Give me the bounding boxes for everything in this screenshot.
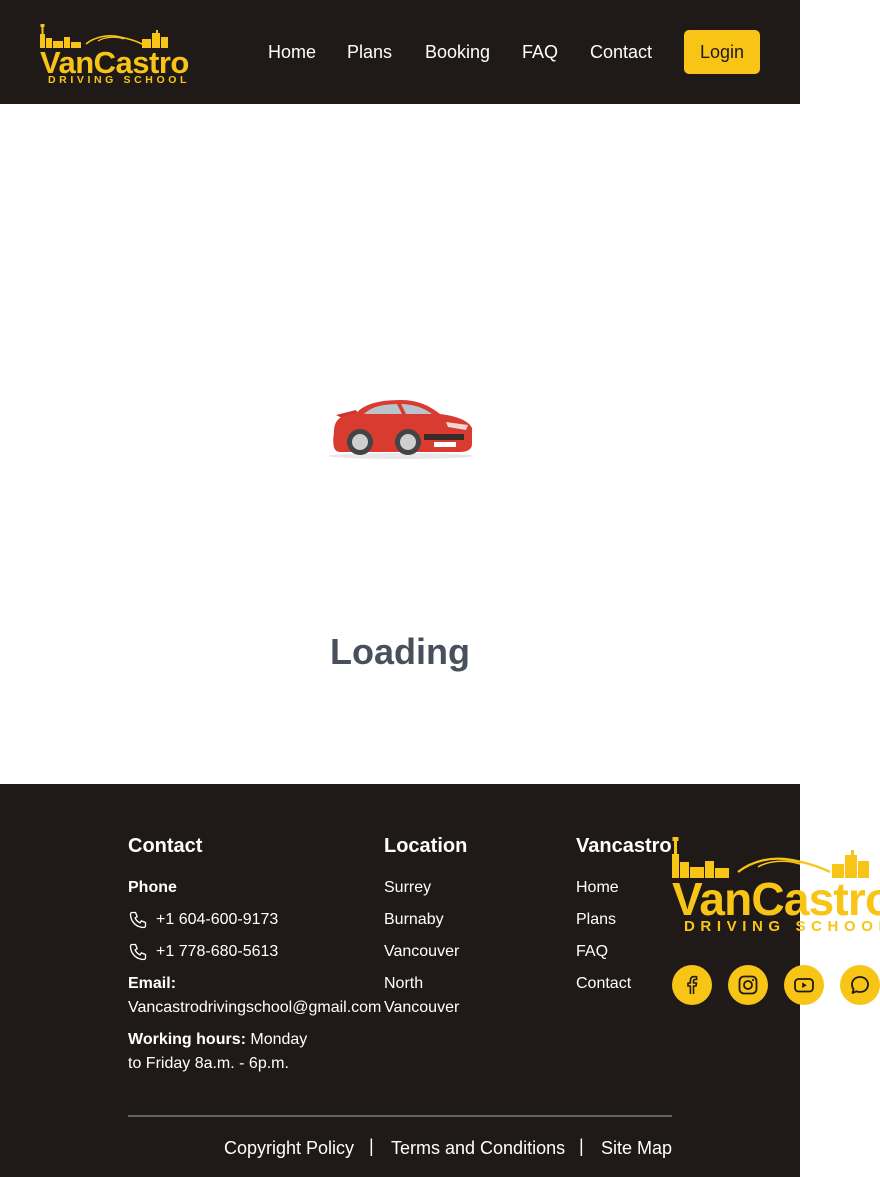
facebook-icon bbox=[687, 975, 698, 994]
nav-faq-link[interactable]: FAQ bbox=[522, 41, 558, 63]
working-hours-line2: to Friday 8a.m. - 6p.m. bbox=[128, 1055, 289, 1072]
email-link[interactable]: Vancastrodrivingschool@gmail.com bbox=[128, 996, 381, 1020]
logo-tagline: DRIVING SCHOOL bbox=[48, 74, 190, 86]
site-header: VanCastro DRIVING SCHOOL Home Plans Book… bbox=[0, 0, 800, 104]
chat-icon bbox=[851, 976, 869, 994]
link-separator: | bbox=[579, 1136, 584, 1156]
working-hours-line1: Monday bbox=[250, 1031, 308, 1048]
nav-plans-link[interactable]: Plans bbox=[347, 41, 392, 63]
youtube-icon bbox=[794, 978, 814, 993]
working-hours: Working hours: Monday bbox=[128, 1028, 307, 1052]
instagram-button[interactable] bbox=[728, 965, 768, 1005]
footer-vancastro-heading: Vancastro bbox=[576, 835, 672, 857]
location-north: North bbox=[384, 975, 424, 992]
loading-label: Loading bbox=[330, 631, 470, 672]
nav-home-link[interactable]: Home bbox=[268, 41, 316, 63]
car-icon bbox=[329, 400, 473, 459]
email-label: Email: bbox=[128, 975, 177, 992]
footer-home-link[interactable]: Home bbox=[576, 876, 619, 900]
phone-number-1[interactable]: +1 604-600-9173 bbox=[156, 908, 278, 932]
phone-label: Phone bbox=[128, 879, 177, 896]
footer-contact-heading: Contact bbox=[128, 835, 203, 857]
location-burnaby: Burnaby bbox=[384, 911, 444, 928]
terms-conditions-link[interactable]: Terms and Conditions bbox=[391, 1136, 565, 1160]
phone-number-2[interactable]: +1 778-680-5613 bbox=[156, 940, 278, 964]
footer-plans-link[interactable]: Plans bbox=[576, 908, 616, 932]
footer-contact-link[interactable]: Contact bbox=[576, 972, 631, 996]
phone-icon bbox=[129, 943, 147, 961]
instagram-icon bbox=[738, 975, 758, 995]
phone-icon bbox=[129, 911, 147, 929]
location-north-vancouver: Vancouver bbox=[384, 999, 460, 1016]
footer-faq-link[interactable]: FAQ bbox=[576, 940, 608, 964]
footer-divider bbox=[128, 1115, 672, 1117]
location-surrey: Surrey bbox=[384, 879, 432, 896]
footer-location-heading: Location bbox=[384, 835, 468, 857]
nav-booking-link[interactable]: Booking bbox=[425, 41, 490, 63]
site-map-link[interactable]: Site Map bbox=[601, 1136, 672, 1160]
link-separator: | bbox=[369, 1136, 374, 1156]
facebook-button[interactable] bbox=[672, 965, 712, 1005]
nav-contact-link[interactable]: Contact bbox=[590, 41, 652, 63]
working-hours-label: Working hours: bbox=[128, 1031, 246, 1048]
copyright-policy-link[interactable]: Copyright Policy bbox=[224, 1136, 354, 1160]
footer-logo[interactable]: VanCastro DRIVING SCHOOL bbox=[668, 834, 880, 940]
location-vancouver: Vancouver bbox=[384, 943, 460, 960]
footer-logo-tagline: DRIVING SCHOOL bbox=[684, 918, 880, 935]
site-logo[interactable]: VanCastro DRIVING SCHOOL bbox=[38, 20, 189, 88]
footer-logo-wordmark: VanCastro bbox=[672, 873, 880, 925]
youtube-button[interactable] bbox=[784, 965, 824, 1005]
chat-button[interactable] bbox=[840, 965, 880, 1005]
login-button[interactable]: Login bbox=[684, 30, 760, 74]
